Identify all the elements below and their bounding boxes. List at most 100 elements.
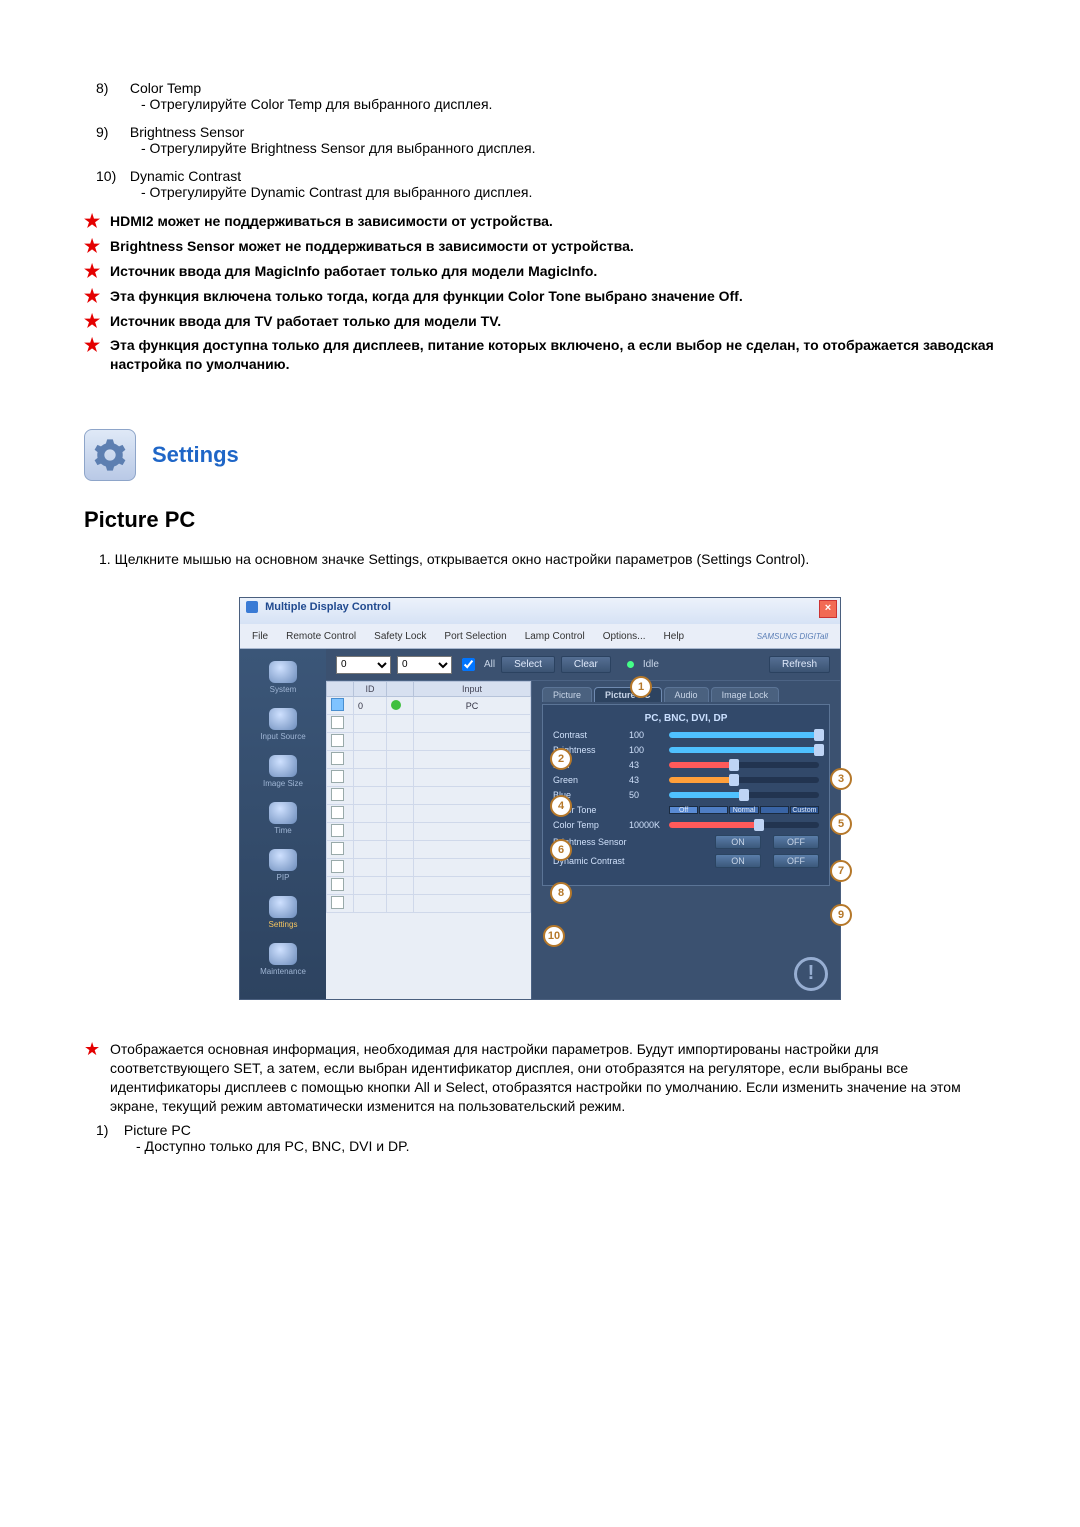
note-line: ★ HDMI2 может не поддерживаться в зависи… bbox=[84, 212, 996, 231]
item-number: 1) bbox=[96, 1122, 120, 1138]
item-number: 9) bbox=[96, 124, 126, 140]
row-select-icon bbox=[331, 788, 344, 801]
section-subheading: Picture PC bbox=[84, 507, 996, 533]
settings-panel: Picture Picture PC Audio Image Lock PC, … bbox=[532, 681, 840, 999]
label-color-temp: Color Temp bbox=[553, 820, 623, 830]
panel-title: PC, BNC, DVI, DP bbox=[553, 713, 819, 724]
item-desc: - Отрегулируйте Brightness Sensor для вы… bbox=[141, 140, 996, 156]
note-text: Источник ввода для MagicInfo работает то… bbox=[110, 263, 597, 279]
menu-options[interactable]: Options... bbox=[597, 630, 652, 643]
color-tone-option[interactable] bbox=[760, 806, 789, 814]
slider-brightness[interactable] bbox=[669, 747, 819, 753]
table-row bbox=[327, 895, 531, 913]
list-item: 1) Picture PC - Доступно только для PC, … bbox=[96, 1122, 996, 1154]
brand-label: SAMSUNG DIGITall bbox=[751, 631, 834, 642]
sidebar-item-time[interactable]: Time bbox=[248, 796, 318, 839]
sidebar-item-system[interactable]: System bbox=[248, 655, 318, 698]
clear-button[interactable]: Clear bbox=[561, 656, 611, 673]
app-window: Multiple Display Control × File Remote C… bbox=[239, 597, 841, 1000]
list-item: 10) Dynamic Contrast - Отрегулируйте Dyn… bbox=[84, 168, 996, 200]
menu-file[interactable]: File bbox=[246, 630, 274, 643]
idle-indicator-icon bbox=[627, 661, 634, 668]
callout-9: 9 bbox=[830, 904, 852, 926]
color-tone-selector[interactable]: Off Normal Custom bbox=[669, 806, 819, 814]
row-select-icon[interactable] bbox=[331, 698, 344, 711]
note-line: ★ Эта функция доступна только для диспле… bbox=[84, 336, 996, 374]
slider-color-temp[interactable] bbox=[669, 822, 819, 828]
toolbar: 0 0 All Select Clear Idle Refresh bbox=[326, 649, 840, 681]
sidebar-item-input-source[interactable]: Input Source bbox=[248, 702, 318, 745]
callout-5: 5 bbox=[830, 813, 852, 835]
menu-bar: File Remote Control Safety Lock Port Sel… bbox=[240, 624, 840, 649]
star-icon: ★ bbox=[84, 312, 100, 330]
sidebar-item-pip[interactable]: PIP bbox=[248, 843, 318, 886]
section-heading: Settings bbox=[84, 429, 996, 481]
input-source-icon bbox=[269, 708, 297, 730]
row-select-icon bbox=[331, 752, 344, 765]
sidebar-item-settings[interactable]: Settings bbox=[248, 890, 318, 933]
range-from-select[interactable]: 0 bbox=[336, 656, 391, 674]
tab-image-lock[interactable]: Image Lock bbox=[711, 687, 780, 702]
color-tone-option[interactable]: Normal bbox=[729, 806, 758, 814]
label-contrast: Contrast bbox=[553, 730, 623, 740]
table-row bbox=[327, 805, 531, 823]
slider-contrast[interactable] bbox=[669, 732, 819, 738]
sidebar-item-label: System bbox=[270, 685, 297, 694]
label-dynamic-contrast: Dynamic Contrast bbox=[553, 856, 659, 866]
section-heading-text: Settings bbox=[152, 442, 239, 468]
sidebar-item-label: PIP bbox=[277, 873, 290, 882]
time-icon bbox=[269, 802, 297, 824]
list-item: 8) Color Temp - Отрегулируйте Color Temp… bbox=[84, 80, 996, 112]
color-tone-option[interactable] bbox=[699, 806, 728, 814]
table-row[interactable]: 0 PC bbox=[327, 697, 531, 715]
label-green: Green bbox=[553, 775, 623, 785]
dynamic-contrast-on[interactable]: ON bbox=[715, 854, 761, 868]
close-button[interactable]: × bbox=[819, 600, 837, 618]
note-line: ★ Источник ввода для TV работает только … bbox=[84, 312, 996, 331]
value-red: 43 bbox=[629, 760, 663, 770]
intro-text: 1. Щелкните мышью на основном значке Set… bbox=[99, 551, 996, 567]
grid-header-input: Input bbox=[414, 682, 531, 697]
row-id: 0 bbox=[354, 697, 387, 715]
grid-header-sel bbox=[327, 682, 354, 697]
menu-help[interactable]: Help bbox=[658, 630, 691, 643]
item-label: Picture PC bbox=[124, 1122, 191, 1138]
sidebar: System Input Source Image Size Time PIP … bbox=[240, 649, 326, 999]
color-tone-option[interactable]: Off bbox=[669, 806, 698, 814]
row-select-icon bbox=[331, 806, 344, 819]
brightness-sensor-on[interactable]: ON bbox=[715, 835, 761, 849]
menu-lamp-control[interactable]: Lamp Control bbox=[519, 630, 591, 643]
item-desc: - Отрегулируйте Color Temp для выбранног… bbox=[141, 96, 996, 112]
menu-port-selection[interactable]: Port Selection bbox=[438, 630, 512, 643]
brightness-sensor-off[interactable]: OFF bbox=[773, 835, 819, 849]
settings-icon bbox=[269, 896, 297, 918]
item-label: Dynamic Contrast bbox=[130, 168, 241, 184]
all-checkbox[interactable] bbox=[462, 658, 475, 671]
slider-green[interactable] bbox=[669, 777, 819, 783]
row-select-icon bbox=[331, 842, 344, 855]
warning-icon: ! bbox=[794, 957, 828, 991]
menu-safety-lock[interactable]: Safety Lock bbox=[368, 630, 432, 643]
row-select-icon bbox=[331, 860, 344, 873]
range-to-select[interactable]: 0 bbox=[397, 656, 452, 674]
dynamic-contrast-off[interactable]: OFF bbox=[773, 854, 819, 868]
slider-blue[interactable] bbox=[669, 792, 819, 798]
slider-red[interactable] bbox=[669, 762, 819, 768]
sidebar-item-image-size[interactable]: Image Size bbox=[248, 749, 318, 792]
sidebar-item-maintenance[interactable]: Maintenance bbox=[248, 937, 318, 980]
sidebar-item-label: Input Source bbox=[260, 732, 305, 741]
select-button[interactable]: Select bbox=[501, 656, 555, 673]
table-row bbox=[327, 751, 531, 769]
tab-picture[interactable]: Picture bbox=[542, 687, 592, 702]
table-row bbox=[327, 877, 531, 895]
item-number: 10) bbox=[96, 168, 126, 184]
row-input: PC bbox=[414, 697, 531, 715]
value-color-temp: 10000K bbox=[629, 820, 663, 830]
refresh-button[interactable]: Refresh bbox=[769, 656, 830, 673]
app-icon bbox=[246, 601, 258, 613]
star-icon: ★ bbox=[84, 262, 100, 280]
color-tone-option[interactable]: Custom bbox=[790, 806, 819, 814]
all-label: All bbox=[484, 659, 495, 670]
menu-remote-control[interactable]: Remote Control bbox=[280, 630, 362, 643]
tab-audio[interactable]: Audio bbox=[664, 687, 709, 702]
